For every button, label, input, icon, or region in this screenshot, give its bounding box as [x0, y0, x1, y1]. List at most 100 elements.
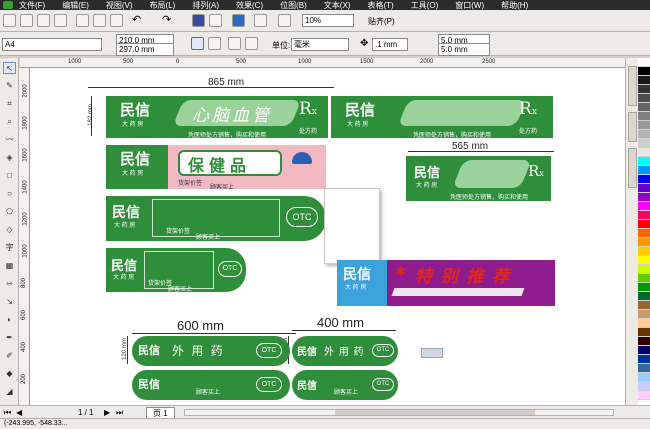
- shape-tool-icon[interactable]: ✎: [3, 80, 16, 92]
- sign-external-4[interactable]: 民信 顾客买上 OTC: [292, 370, 398, 400]
- color-swatch[interactable]: [638, 328, 650, 337]
- landscape-icon[interactable]: [208, 37, 221, 50]
- color-swatch[interactable]: [638, 283, 650, 292]
- vertical-ruler[interactable]: 2000 1800 1600 1400 1200 1000 800 600 40…: [19, 68, 30, 405]
- menu-help[interactable]: 帮助(H): [501, 0, 528, 11]
- color-swatch[interactable]: [638, 391, 650, 400]
- color-swatch[interactable]: [638, 85, 650, 94]
- color-swatch[interactable]: [638, 292, 650, 301]
- color-swatch[interactable]: [638, 94, 650, 103]
- menu-table[interactable]: 表格(T): [367, 0, 393, 11]
- paste-icon[interactable]: [110, 14, 123, 27]
- color-swatch[interactable]: [638, 238, 650, 247]
- sign-external-3[interactable]: 民信 外 用 药 OTC: [292, 336, 398, 366]
- welcome-screen-icon[interactable]: [254, 14, 267, 27]
- text-tool-icon[interactable]: 字: [3, 242, 16, 254]
- color-swatch[interactable]: [638, 193, 650, 202]
- pick-tool-icon[interactable]: ↖: [3, 62, 16, 74]
- all-pages-icon[interactable]: [228, 37, 241, 50]
- interactive-fill-icon[interactable]: ◢: [3, 386, 16, 398]
- open-icon[interactable]: [20, 14, 33, 27]
- save-icon[interactable]: [37, 14, 50, 27]
- sign-external-1[interactable]: 民信 外 用 药 OTC: [132, 336, 290, 366]
- color-swatch[interactable]: [638, 337, 650, 346]
- color-swatch[interactable]: [638, 211, 650, 220]
- nudge-distance-field[interactable]: .1 mm: [372, 38, 408, 51]
- color-swatch[interactable]: [638, 112, 650, 121]
- color-swatch[interactable]: [638, 229, 650, 238]
- color-swatch[interactable]: [638, 157, 650, 166]
- color-swatch[interactable]: [638, 355, 650, 364]
- app-logo[interactable]: [3, 1, 13, 9]
- corel-online-icon[interactable]: [278, 14, 291, 27]
- sign-special[interactable]: 民信 大 药 房 ✱ 特 别 推 荐: [337, 260, 555, 306]
- redo-icon[interactable]: ↷: [162, 14, 175, 27]
- color-swatch[interactable]: [638, 220, 650, 229]
- color-swatch[interactable]: [638, 67, 650, 76]
- horizontal-scrollbar[interactable]: [184, 409, 614, 416]
- menu-arrange[interactable]: 排列(A): [192, 0, 219, 11]
- color-swatch[interactable]: [638, 130, 650, 139]
- blend-tool-icon[interactable]: ◐: [3, 314, 16, 326]
- color-swatch[interactable]: [638, 148, 650, 157]
- color-swatch[interactable]: [638, 373, 650, 382]
- next-page-icon[interactable]: ▶: [104, 408, 110, 417]
- drawing-canvas[interactable]: 865 mm 182 mm 民信 大 药 房 心脑血管 Rx 处方药 凭医师处方…: [30, 68, 625, 405]
- last-page-icon[interactable]: ⏭: [116, 408, 123, 418]
- print-icon[interactable]: [54, 14, 67, 27]
- menu-file[interactable]: 文件(F): [19, 0, 45, 11]
- color-swatch[interactable]: [638, 184, 650, 193]
- docker-tab[interactable]: [628, 66, 637, 106]
- options-icon[interactable]: [410, 14, 423, 27]
- color-swatch[interactable]: [638, 247, 650, 256]
- dimension-tool-icon[interactable]: ⇿: [3, 278, 16, 290]
- sign-cardio[interactable]: 民信 大 药 房 心脑血管 Rx 处方药 凭医师处方销售，购买和使用: [106, 96, 328, 138]
- color-swatch[interactable]: [638, 256, 650, 265]
- rectangle-tool-icon[interactable]: □: [3, 170, 16, 182]
- sign-health-products[interactable]: 民信 大 药 房 保健品 货架价签 顾客买上: [106, 145, 326, 189]
- color-swatch[interactable]: [638, 364, 650, 373]
- color-swatch[interactable]: [638, 139, 650, 148]
- color-swatch[interactable]: [638, 265, 650, 274]
- basic-shapes-icon[interactable]: ◇: [3, 224, 16, 236]
- color-swatch[interactable]: [638, 346, 650, 355]
- cut-icon[interactable]: [76, 14, 89, 27]
- new-document-icon[interactable]: [3, 14, 16, 27]
- smart-fill-icon[interactable]: ◈: [3, 152, 16, 164]
- export-icon[interactable]: [209, 14, 222, 27]
- color-swatch[interactable]: [638, 121, 650, 130]
- prev-page-icon[interactable]: ◀: [16, 408, 22, 417]
- color-swatch[interactable]: [638, 319, 650, 328]
- sign-otc[interactable]: 民信 大 药 房 OTC 货架价签 顾客买上: [106, 196, 326, 241]
- menu-edit[interactable]: 编辑(E): [62, 0, 89, 11]
- snap-to-menu[interactable]: 贴齐(P): [368, 16, 395, 27]
- portrait-icon[interactable]: [191, 37, 204, 50]
- color-swatch[interactable]: [638, 76, 650, 85]
- ellipse-tool-icon[interactable]: ○: [3, 188, 16, 200]
- menu-effects[interactable]: 效果(C): [236, 0, 263, 11]
- eyedropper-icon[interactable]: ✒: [3, 332, 16, 344]
- menu-text[interactable]: 文本(X): [324, 0, 351, 11]
- menu-window[interactable]: 窗口(W): [455, 0, 484, 11]
- docker-tab[interactable]: [628, 148, 637, 188]
- outline-pen-icon[interactable]: ✐: [3, 350, 16, 362]
- docker-tabs[interactable]: [625, 58, 638, 405]
- units-select[interactable]: 毫米: [291, 38, 349, 51]
- sign-prescription-small[interactable]: 民信 大 药 房 Rx 凭医师处方销售，购买和使用: [406, 156, 551, 201]
- color-swatch[interactable]: [638, 58, 650, 67]
- color-swatch[interactable]: [638, 202, 650, 211]
- sign-prescription[interactable]: 民信 大 药 房 Rx 处方药 凭医师处方销售，购买和使用: [331, 96, 553, 138]
- color-swatch[interactable]: [638, 103, 650, 112]
- crop-tool-icon[interactable]: ⌗: [3, 98, 16, 110]
- color-swatch[interactable]: [638, 166, 650, 175]
- undo-icon[interactable]: ↶: [132, 14, 145, 27]
- copy-icon[interactable]: [93, 14, 106, 27]
- menu-view[interactable]: 视图(V): [106, 0, 133, 11]
- zoom-tool-icon[interactable]: ⌕: [3, 116, 16, 128]
- sign-otc-small[interactable]: 民信 大 药 房 OTC 货架价签 顾客买上: [106, 248, 246, 292]
- color-swatch[interactable]: [638, 175, 650, 184]
- paper-size-select[interactable]: A4: [2, 38, 102, 51]
- horizontal-ruler[interactable]: 1000 500 0 500 1000 1500 2000 2500: [20, 58, 625, 68]
- color-swatch[interactable]: [638, 274, 650, 283]
- menu-tools[interactable]: 工具(O): [411, 0, 439, 11]
